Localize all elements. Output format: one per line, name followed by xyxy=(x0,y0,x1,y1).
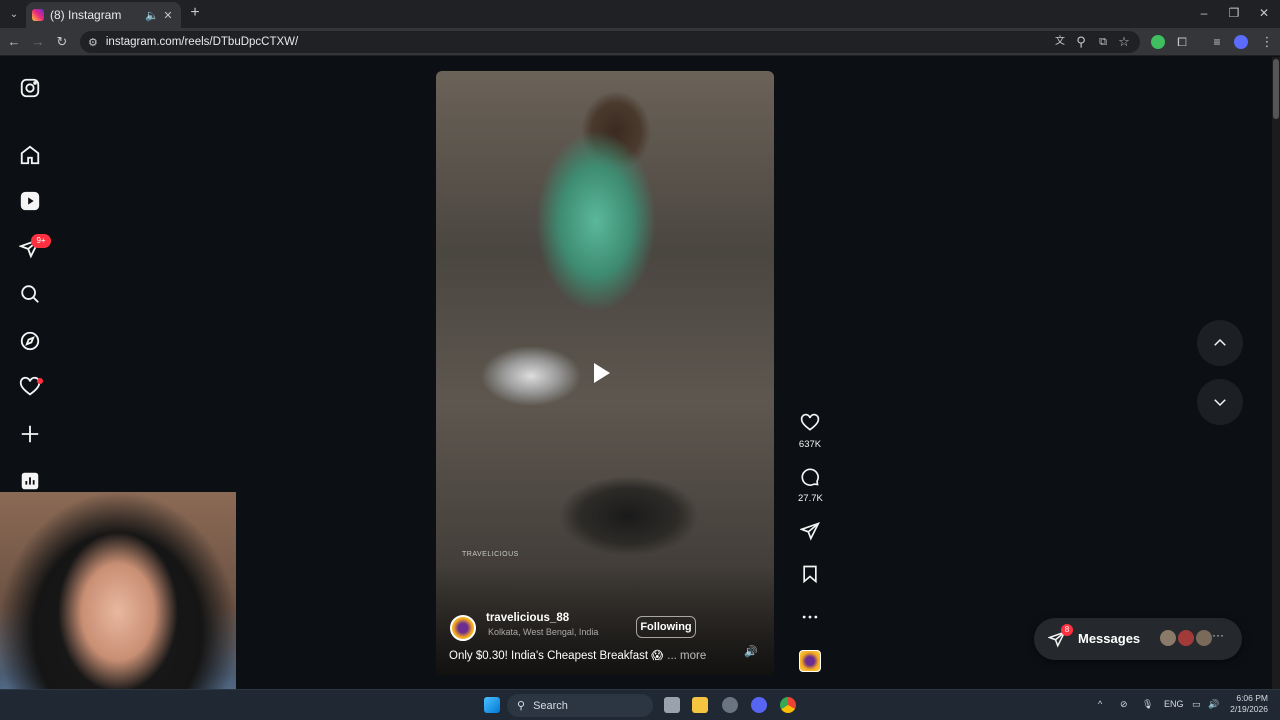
contact-avatar xyxy=(1196,630,1212,646)
instagram-favicon-icon xyxy=(32,9,44,21)
chevron-down-icon xyxy=(1214,399,1226,407)
audio-thumbnail[interactable] xyxy=(799,650,821,672)
volume-icon[interactable]: 🔊 xyxy=(744,645,758,658)
comment-action[interactable]: 27.7K xyxy=(798,467,823,504)
bookmark-star-icon[interactable]: ☆ xyxy=(1116,34,1132,50)
discord-icon[interactable] xyxy=(751,697,767,713)
taskbar-clock[interactable]: 6:06 PM 2/19/2026 xyxy=(1228,693,1268,715)
caption-text: Only $0.30! India's Cheapest Breakfast 😱 xyxy=(449,650,664,662)
input-language[interactable]: ENG xyxy=(1164,699,1184,709)
following-button[interactable]: Following xyxy=(636,616,696,638)
browser-tab[interactable]: (8) Instagram 🔈 ✕ xyxy=(26,2,181,28)
forward-icon[interactable]: → xyxy=(30,34,46,50)
more-dots-icon[interactable] xyxy=(800,607,820,627)
tab-search-chevron-icon[interactable]: ⌄ xyxy=(4,4,24,24)
restore-icon[interactable]: ❐ xyxy=(1226,6,1242,20)
new-tab-button[interactable]: + xyxy=(187,5,203,21)
taskbar-search[interactable]: ⚲ Search xyxy=(507,694,653,717)
zoom-icon[interactable]: ⚲ xyxy=(1073,34,1089,50)
minimize-icon[interactable]: – xyxy=(1196,6,1212,20)
file-explorer-icon[interactable] xyxy=(692,697,708,713)
next-reel-button[interactable] xyxy=(1197,379,1243,425)
comment-bubble-icon[interactable] xyxy=(800,467,820,487)
notification-dot xyxy=(37,378,43,384)
explore-compass-icon[interactable] xyxy=(19,330,41,352)
instagram-logo-icon[interactable] xyxy=(19,77,41,99)
contact-avatar xyxy=(1178,630,1194,646)
profile-avatar-icon[interactable] xyxy=(1234,35,1248,49)
caption-more-link[interactable]: ... more xyxy=(667,650,706,662)
like-count: 637K xyxy=(798,439,822,450)
clock-time: 6:06 PM xyxy=(1236,693,1268,703)
contact-avatar xyxy=(1160,630,1176,646)
extension-shield-icon[interactable] xyxy=(1151,35,1165,49)
messages-badge: 8 xyxy=(1061,624,1073,636)
install-app-icon[interactable]: ⧉ xyxy=(1095,34,1111,50)
search-icon: ⚲ xyxy=(517,700,526,712)
translate-icon[interactable]: 文 xyxy=(1052,34,1068,50)
more-options-action[interactable] xyxy=(798,607,822,632)
more-contacts-icon: ··· xyxy=(1212,628,1224,642)
tab-close-icon[interactable]: ✕ xyxy=(161,9,175,22)
like-heart-icon[interactable] xyxy=(800,413,820,433)
share-send-icon[interactable] xyxy=(799,521,820,541)
messages-label: Messages xyxy=(1078,631,1141,646)
tray-chevron-icon[interactable]: ^ xyxy=(1098,699,1102,709)
share-action[interactable] xyxy=(798,521,822,546)
back-icon[interactable]: ← xyxy=(6,34,22,50)
url-text: instagram.com/reels/DTbuDpcCTXW/ xyxy=(105,36,299,48)
webcam-overlay xyxy=(0,492,236,689)
video-watermark: TRAVELICIOUS xyxy=(462,551,519,558)
tab-title: (8) Instagram xyxy=(50,8,122,22)
network-icon[interactable]: ⊘ xyxy=(1120,699,1128,710)
display-icon[interactable]: ▭ xyxy=(1192,699,1201,710)
save-bookmark-icon[interactable] xyxy=(800,564,820,584)
chrome-icon[interactable] xyxy=(780,697,796,713)
windows-start-icon[interactable] xyxy=(484,697,500,713)
messages-button[interactable]: 8 Messages ··· xyxy=(1034,618,1242,660)
menu-kebab-icon[interactable]: ⋮ xyxy=(1259,34,1275,50)
chevron-up-icon xyxy=(1214,338,1226,346)
creator-avatar[interactable] xyxy=(450,615,476,641)
dashboard-chart-icon[interactable] xyxy=(19,470,41,492)
comment-count: 27.7K xyxy=(798,493,823,504)
location-label[interactable]: Kolkata, West Bengal, India xyxy=(488,627,598,637)
home-icon[interactable] xyxy=(19,144,41,166)
reload-icon[interactable]: ↻ xyxy=(54,34,70,50)
task-view-icon[interactable] xyxy=(664,697,680,713)
scrollbar-thumb[interactable] xyxy=(1273,59,1279,119)
clock-date: 2/19/2026 xyxy=(1230,704,1268,714)
page-scrollbar[interactable] xyxy=(1272,57,1280,689)
windows-taskbar: ⚲ Search ^ ⊘ 🎙 ENG ▭ 🔊 6:06 PM 2/19/2026 xyxy=(0,689,1280,720)
speaker-icon[interactable]: 🔈 xyxy=(145,9,159,22)
creator-username[interactable]: travelicious_88 xyxy=(486,612,569,624)
settings-gear-icon[interactable] xyxy=(722,697,738,713)
address-bar[interactable]: ⚙ instagram.com/reels/DTbuDpcCTXW/ xyxy=(80,31,1140,53)
media-control-icon[interactable]: ≡ xyxy=(1209,34,1225,50)
play-icon[interactable] xyxy=(594,363,610,383)
search-icon[interactable] xyxy=(19,283,41,305)
site-info-icon[interactable]: ⚙ xyxy=(88,36,98,49)
reels-icon[interactable] xyxy=(19,190,41,212)
volume-icon[interactable]: 🔊 xyxy=(1208,699,1219,710)
reel-caption: Only $0.30! India's Cheapest Breakfast 😱… xyxy=(449,648,706,662)
messages-count-badge: 9+ xyxy=(31,234,51,248)
reel-video[interactable]: TRAVELICIOUS travelicious_88 Kolkata, We… xyxy=(436,71,774,675)
browser-tab-bar: ⌄ (8) Instagram 🔈 ✕ + – ❐ ✕ xyxy=(0,0,1280,28)
like-action[interactable]: 637K xyxy=(798,413,822,450)
microphone-icon[interactable]: 🎙 xyxy=(1142,699,1153,710)
create-plus-icon[interactable] xyxy=(19,423,41,445)
save-action[interactable] xyxy=(798,564,822,589)
instagram-reels-page: 9+ TRAVELICIOUS travelicious_88 Kolkata,… xyxy=(0,57,1272,689)
window-close-icon[interactable]: ✕ xyxy=(1256,6,1272,20)
extensions-puzzle-icon[interactable]: ⧠ xyxy=(1174,34,1190,50)
previous-reel-button[interactable] xyxy=(1197,320,1243,366)
browser-toolbar: ← → ↻ ⚙ instagram.com/reels/DTbuDpcCTXW/… xyxy=(0,28,1280,56)
taskbar-search-placeholder: Search xyxy=(533,699,568,712)
